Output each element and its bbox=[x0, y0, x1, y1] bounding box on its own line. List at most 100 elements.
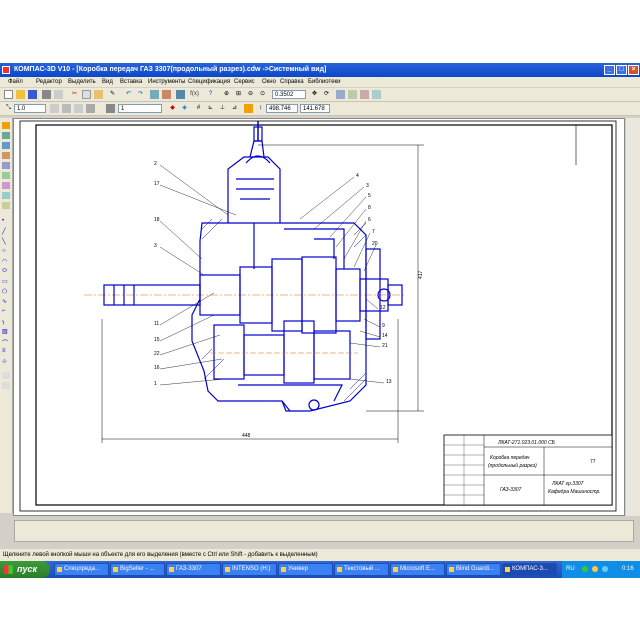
coord-y-field[interactable]: 141.678 bbox=[300, 104, 330, 113]
notation-tool-icon[interactable] bbox=[2, 142, 10, 149]
new-file-icon[interactable] bbox=[4, 90, 13, 99]
style-icon[interactable]: ◈ bbox=[180, 104, 189, 113]
zoom-input[interactable]: 0.3502 bbox=[272, 90, 306, 99]
minimize-button[interactable]: _ bbox=[604, 65, 615, 75]
layer-select[interactable]: 1 bbox=[118, 104, 162, 113]
menu-help[interactable]: Справка bbox=[280, 77, 304, 87]
copy-icon[interactable] bbox=[82, 90, 91, 99]
local-cs-icon[interactable]: ⊥ bbox=[218, 104, 227, 113]
menu-select[interactable]: Выделить bbox=[68, 77, 96, 87]
panel-toggle-icon-2[interactable] bbox=[2, 382, 10, 389]
panel-toggle-icon[interactable] bbox=[2, 372, 10, 379]
open-folder-icon[interactable] bbox=[16, 90, 25, 99]
volume-icon[interactable] bbox=[592, 566, 598, 572]
coord-x-field[interactable]: 498.746 bbox=[266, 104, 298, 113]
scale-select[interactable]: 1.0 bbox=[14, 104, 46, 113]
task-item[interactable]: INTENSO (H:) bbox=[222, 563, 277, 576]
state-icon-2[interactable] bbox=[62, 104, 71, 113]
task-item[interactable]: Текстовый ... bbox=[334, 563, 389, 576]
color-icon[interactable]: ◆ bbox=[168, 104, 177, 113]
state-icon-1[interactable] bbox=[50, 104, 59, 113]
menu-libraries[interactable]: Библиотеки bbox=[308, 77, 341, 87]
view-manager-icon[interactable] bbox=[336, 90, 345, 99]
task-item[interactable]: Blind Guardi... bbox=[446, 563, 501, 576]
line-tool-icon[interactable]: ╱ bbox=[2, 228, 10, 235]
ortho-icon[interactable]: ⊾ bbox=[206, 104, 215, 113]
grid-icon[interactable]: # bbox=[194, 104, 203, 113]
refresh-icon[interactable]: ⟳ bbox=[322, 90, 331, 99]
circle-tool-icon[interactable]: ○ bbox=[2, 248, 10, 255]
task-item-active[interactable]: КОМПАС-3... bbox=[502, 563, 557, 576]
menu-file[interactable]: Файл bbox=[8, 77, 23, 87]
task-item[interactable]: Универ bbox=[278, 563, 333, 576]
task-item[interactable]: Microsoft E... bbox=[390, 563, 445, 576]
menu-view[interactable]: Вид bbox=[102, 77, 113, 87]
spec-tool-icon[interactable] bbox=[2, 192, 10, 199]
maximize-button[interactable]: □ bbox=[616, 65, 627, 75]
spline-tool-icon[interactable]: ∿ bbox=[2, 298, 10, 305]
paste-icon[interactable] bbox=[94, 90, 103, 99]
tray-app-icon[interactable] bbox=[602, 566, 608, 572]
pan-icon[interactable]: ✥ bbox=[310, 90, 319, 99]
vertical-scrollbar[interactable] bbox=[626, 118, 640, 516]
cut-icon[interactable]: ✂ bbox=[70, 90, 79, 99]
snap-icon[interactable]: ⊿ bbox=[230, 104, 239, 113]
variables-icon[interactable] bbox=[176, 90, 185, 99]
fillet-tool-icon[interactable]: ╮ bbox=[2, 318, 10, 325]
menu-tools[interactable]: Инструменты bbox=[148, 77, 185, 87]
rectangle-tool-icon[interactable]: ▭ bbox=[2, 278, 10, 285]
measure-tool-icon[interactable] bbox=[2, 172, 10, 179]
point-tool-icon[interactable]: • bbox=[2, 218, 10, 225]
geometry-tool-icon[interactable] bbox=[2, 122, 10, 129]
edit-tool-icon[interactable] bbox=[2, 152, 10, 159]
select-tool-icon[interactable] bbox=[2, 182, 10, 189]
library-icon[interactable] bbox=[162, 90, 171, 99]
menu-service[interactable]: Сервис bbox=[234, 77, 255, 87]
menu-specification[interactable]: Спецификация bbox=[188, 77, 230, 87]
redo-icon[interactable]: ↷ bbox=[136, 90, 145, 99]
title-bar[interactable]: КОМПАС-3D V10 - [Коробка передач ГАЗ 330… bbox=[0, 63, 640, 77]
print-icon[interactable] bbox=[42, 90, 51, 99]
network-icon[interactable] bbox=[582, 566, 588, 572]
undo-icon[interactable]: ↶ bbox=[124, 90, 133, 99]
close-button[interactable]: × bbox=[628, 65, 639, 75]
task-item[interactable]: Спецпреда... bbox=[54, 563, 109, 576]
equidistant-tool-icon[interactable]: ≡ bbox=[2, 348, 10, 355]
help-cursor-icon[interactable]: ? bbox=[206, 90, 215, 99]
display-icon[interactable] bbox=[372, 90, 381, 99]
hatch-tool-icon[interactable]: ▨ bbox=[2, 328, 10, 335]
collection-tool-icon[interactable]: ⊹ bbox=[2, 358, 10, 365]
print-preview-icon[interactable] bbox=[54, 90, 63, 99]
parametrization-tool-icon[interactable] bbox=[2, 162, 10, 169]
zoom-window-icon[interactable]: ⊞ bbox=[234, 90, 243, 99]
contour-tool-icon[interactable]: ⌒ bbox=[2, 338, 10, 347]
snap-active-icon[interactable] bbox=[244, 104, 253, 113]
language-indicator[interactable]: RU bbox=[566, 561, 575, 578]
task-item[interactable]: ГАЗ-3307 bbox=[166, 563, 221, 576]
chamfer-tool-icon[interactable]: ⌐ bbox=[2, 308, 10, 315]
menu-insert[interactable]: Вставка bbox=[120, 77, 142, 87]
menu-window[interactable]: Окно bbox=[262, 77, 276, 87]
properties-icon[interactable] bbox=[150, 90, 159, 99]
layers-icon[interactable] bbox=[348, 90, 357, 99]
arc-tool-icon[interactable]: ◠ bbox=[2, 258, 10, 265]
menu-edit[interactable]: Редактор bbox=[36, 77, 62, 87]
segment-tool-icon[interactable]: ╲ bbox=[2, 238, 10, 245]
ellipse-tool-icon[interactable]: ⬭ bbox=[2, 268, 10, 275]
zoom-all-icon[interactable]: ⊙ bbox=[258, 90, 267, 99]
zoom-in-icon[interactable]: ⊕ bbox=[222, 90, 231, 99]
drawing-canvas[interactable]: 448 417 2 17 18 3 11 15 22 16 1 4 3 5 8 … bbox=[13, 118, 625, 516]
state-icon-4[interactable] bbox=[86, 104, 95, 113]
fx-icon[interactable]: f(x) bbox=[190, 90, 199, 99]
save-icon[interactable] bbox=[28, 90, 37, 99]
polygon-tool-icon[interactable]: ⬠ bbox=[2, 288, 10, 295]
pencil-icon[interactable]: ✎ bbox=[108, 90, 117, 99]
measure-icon[interactable] bbox=[360, 90, 369, 99]
dimensions-tool-icon[interactable] bbox=[2, 132, 10, 139]
task-item[interactable]: BigSeller - ... bbox=[110, 563, 165, 576]
state-icon-3[interactable] bbox=[74, 104, 83, 113]
report-tool-icon[interactable] bbox=[2, 202, 10, 209]
zoom-out-icon[interactable]: ⊖ bbox=[246, 90, 255, 99]
task-label: Универ bbox=[288, 566, 309, 572]
start-button[interactable]: пуск bbox=[0, 561, 50, 578]
